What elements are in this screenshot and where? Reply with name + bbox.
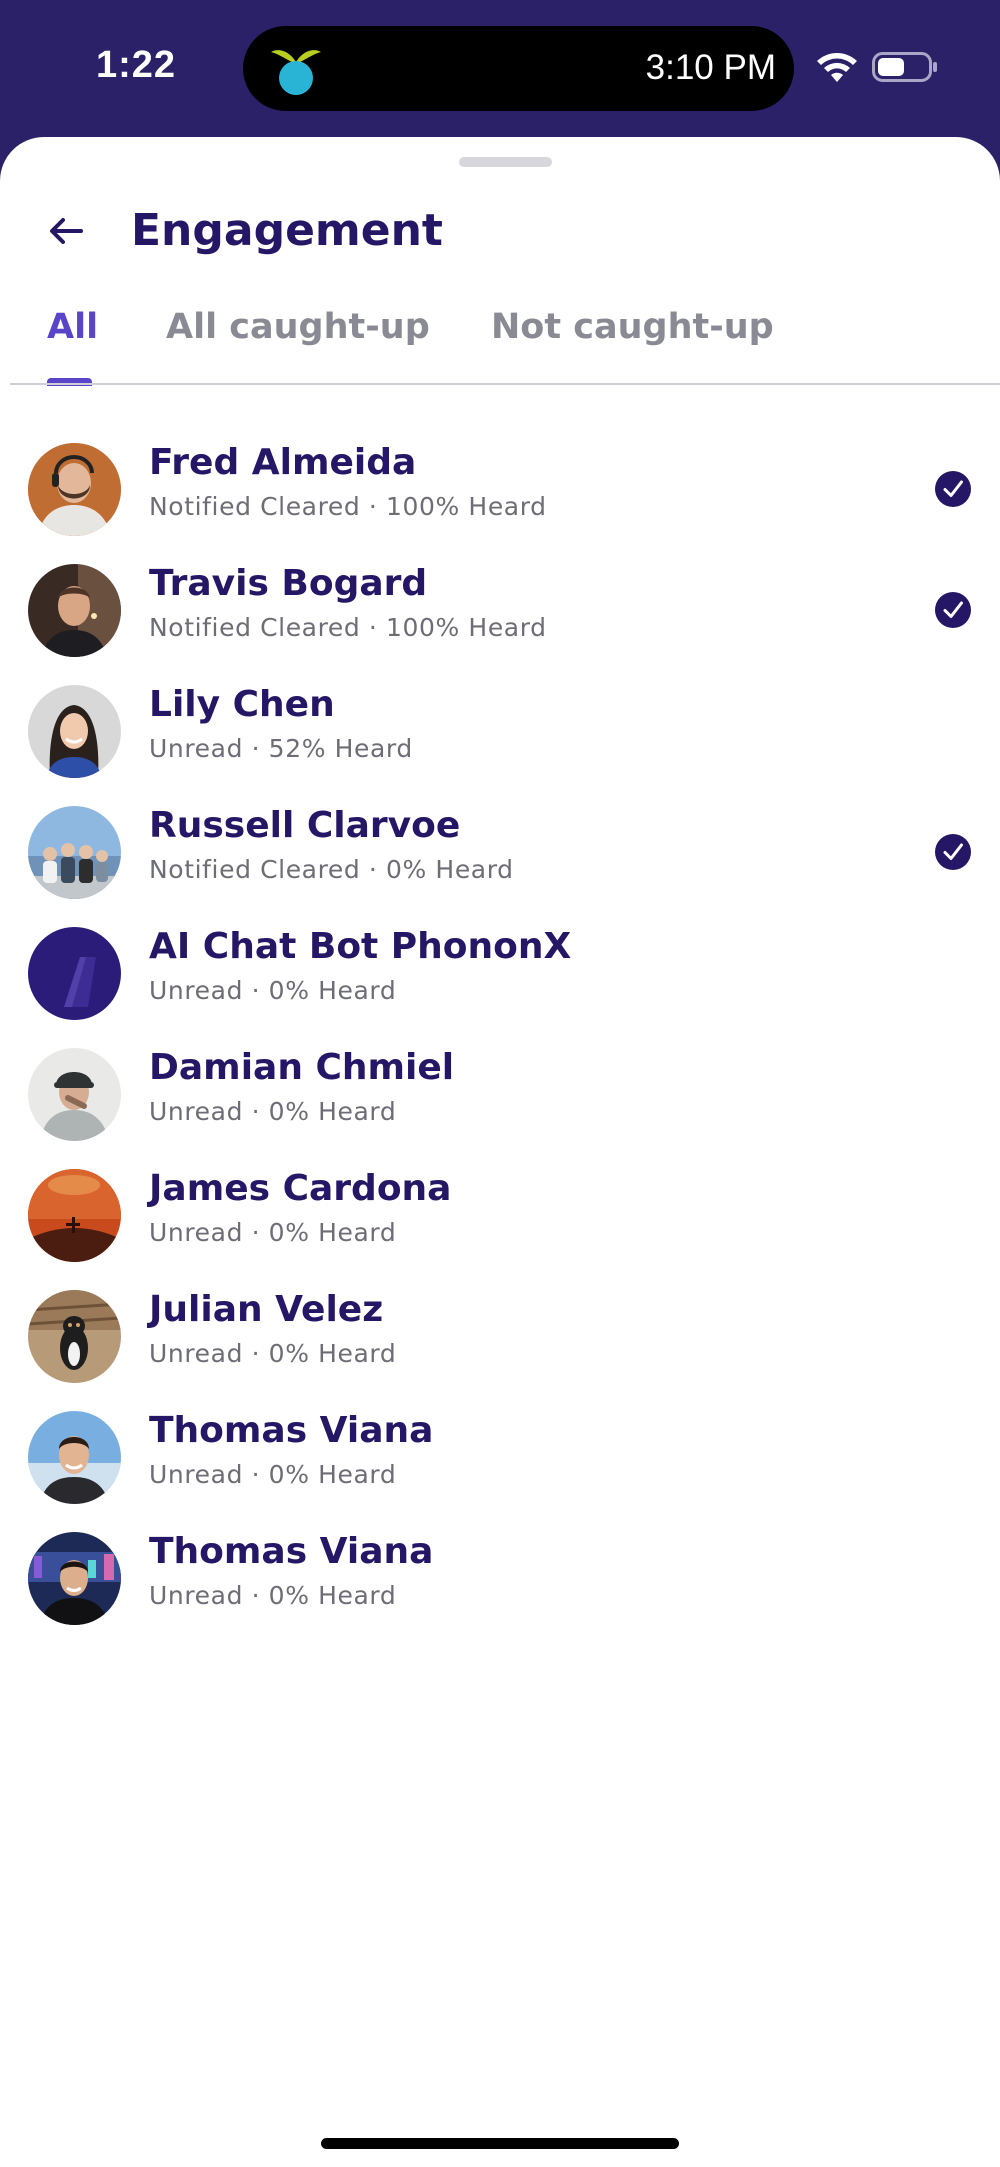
sheet-grabber[interactable] (459, 157, 552, 167)
status-bar: 1:22 3:10 PM (0, 0, 1000, 140)
member-status: Notified Cleared · 0% Heard (149, 855, 514, 884)
tab-all-caught-up[interactable]: All caught-up (166, 307, 430, 347)
member-row[interactable]: Julian Velez Unread · 0% Heard (0, 1279, 1000, 1400)
member-status: Unread · 0% Heard (149, 1218, 397, 1247)
member-name: Julian Velez (149, 1289, 384, 1330)
member-name: AI Chat Bot PhononX (149, 926, 572, 967)
arrow-left-icon (50, 218, 83, 244)
member-status: Notified Cleared · 100% Heard (149, 492, 547, 521)
check-circle-icon (935, 834, 971, 870)
avatar (28, 1532, 121, 1625)
member-row[interactable]: Damian Chmiel Unread · 0% Heard (0, 1037, 1000, 1158)
battery-icon (872, 52, 937, 82)
member-row[interactable]: Fred Almeida Notified Cleared · 100% Hea… (0, 432, 1000, 553)
avatar (28, 564, 121, 657)
tabs-divider (10, 383, 1000, 385)
tab-all[interactable]: All (47, 307, 98, 347)
avatar (28, 1290, 121, 1383)
engagement-sheet: Engagement All All caught-up Not caught-… (0, 137, 1000, 2167)
member-row[interactable]: Russell Clarvoe Notified Cleared · 0% He… (0, 795, 1000, 916)
avatar (28, 1048, 121, 1141)
avatar (28, 685, 121, 778)
tab-not-caught-up[interactable]: Not caught-up (491, 307, 774, 347)
member-status: Unread · 52% Heard (149, 734, 413, 763)
avatar (28, 806, 121, 899)
member-row[interactable]: Travis Bogard Notified Cleared · 100% He… (0, 553, 1000, 674)
status-time: 1:22 (96, 44, 177, 86)
member-row[interactable]: Thomas Viana Unread · 0% Heard (0, 1521, 1000, 1642)
avatar (28, 927, 121, 1020)
home-indicator (321, 2138, 679, 2149)
member-name: Russell Clarvoe (149, 805, 461, 846)
wifi-icon (817, 53, 857, 82)
avatar (28, 1411, 121, 1504)
check-circle-icon (935, 592, 971, 628)
member-row[interactable]: AI Chat Bot PhononX Unread · 0% Heard (0, 916, 1000, 1037)
avatar (28, 1169, 121, 1262)
member-status: Unread · 0% Heard (149, 1581, 397, 1610)
check-circle-icon (935, 471, 971, 507)
member-list: Fred Almeida Notified Cleared · 100% Hea… (0, 432, 1000, 1642)
member-name: Lily Chen (149, 684, 335, 725)
member-status: Notified Cleared · 100% Heard (149, 613, 547, 642)
member-status: Unread · 0% Heard (149, 1339, 397, 1368)
member-status: Unread · 0% Heard (149, 1460, 397, 1489)
member-status: Unread · 0% Heard (149, 976, 397, 1005)
avatar (28, 443, 121, 536)
member-row[interactable]: Thomas Viana Unread · 0% Heard (0, 1400, 1000, 1521)
dynamic-island: 3:10 PM (243, 26, 794, 111)
member-name: Fred Almeida (149, 442, 417, 483)
member-status: Unread · 0% Heard (149, 1097, 397, 1126)
member-row[interactable]: Lily Chen Unread · 52% Heard (0, 674, 1000, 795)
back-button[interactable] (44, 209, 88, 253)
member-name: James Cardona (149, 1168, 452, 1209)
island-time: 3:10 PM (645, 48, 776, 87)
tab-bar: All All caught-up Not caught-up (0, 307, 1000, 386)
member-name: Thomas Viana (149, 1531, 434, 1572)
member-name: Travis Bogard (149, 563, 428, 604)
sprout-app-icon (271, 50, 321, 95)
page-title: Engagement (131, 205, 443, 256)
member-name: Thomas Viana (149, 1410, 434, 1451)
member-row[interactable]: James Cardona Unread · 0% Heard (0, 1158, 1000, 1279)
member-name: Damian Chmiel (149, 1047, 455, 1088)
